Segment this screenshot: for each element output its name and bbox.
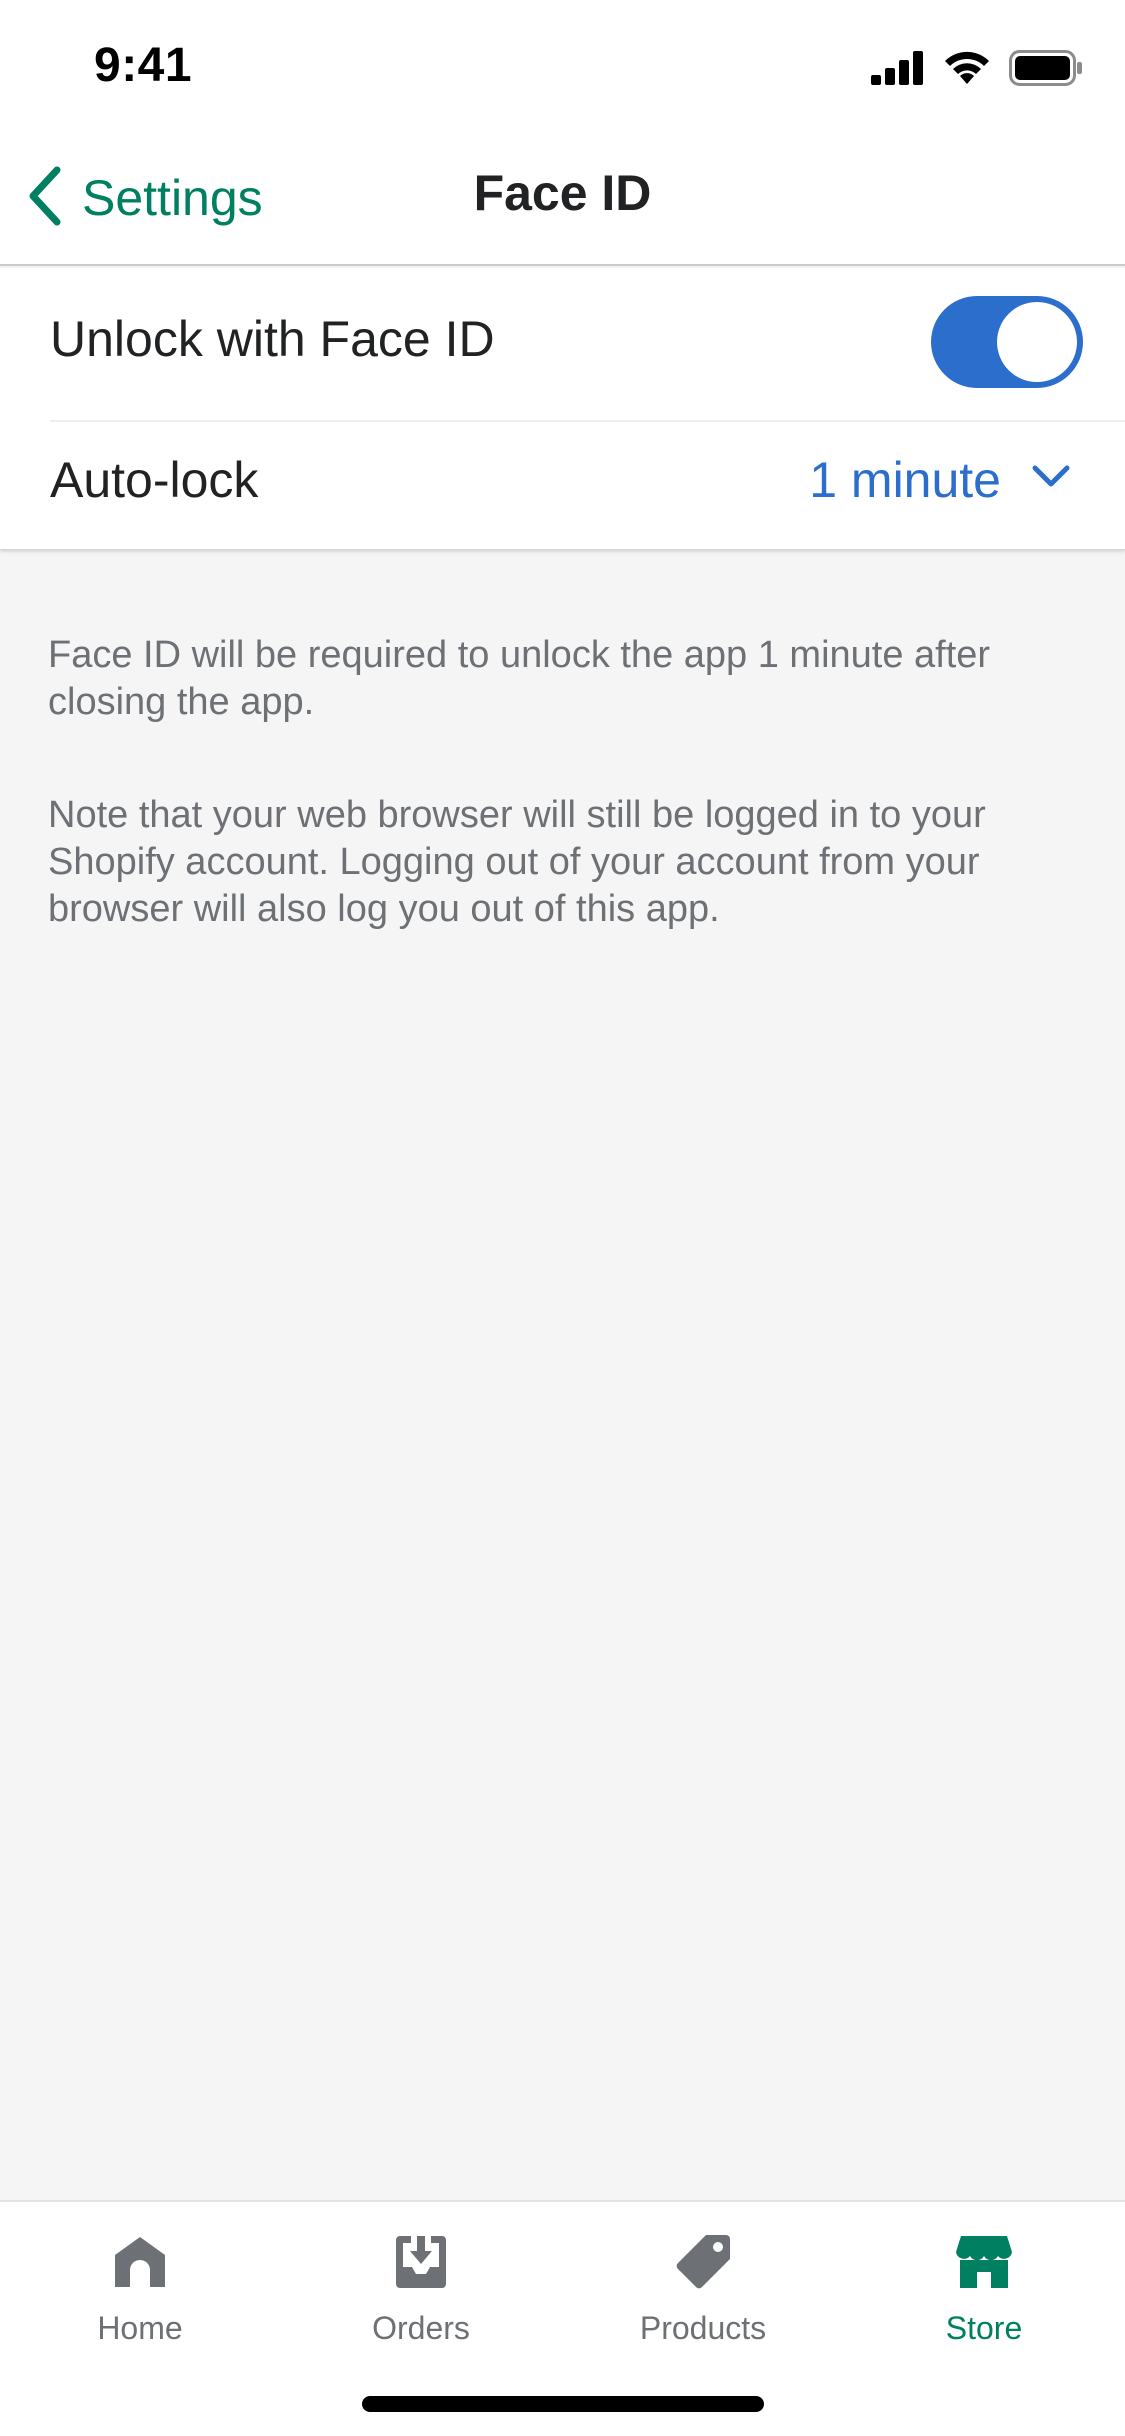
auto-lock-row[interactable]: Auto-lock 1 minute	[0, 409, 1125, 550]
tab-products[interactable]: Products	[603, 2232, 803, 2362]
status-bar: 9:41	[0, 0, 1125, 130]
status-time: 9:41	[94, 39, 193, 92]
status-icons	[871, 48, 1083, 92]
page-title: Face ID	[473, 165, 652, 221]
toggle-knob	[997, 302, 1077, 382]
tab-home-label: Home	[97, 2310, 183, 2346]
auto-lock-label: Auto-lock	[50, 451, 259, 508]
face-id-settings-screen: 9:41 Settings Face ID Unlock with Face I…	[0, 0, 1125, 2436]
tag-icon	[673, 2232, 733, 2292]
cellular-signal-icon	[871, 50, 925, 90]
unlock-with-face-id-label: Unlock with Face ID	[50, 310, 495, 367]
auto-lock-value: 1 minute	[809, 451, 1001, 508]
tab-orders[interactable]: Orders	[321, 2232, 521, 2362]
auto-lock-help-text: Face ID will be required to unlock the a…	[48, 634, 991, 723]
tab-products-label: Products	[639, 2310, 767, 2346]
store-icon	[954, 2232, 1014, 2292]
unlock-with-face-id-row: Unlock with Face ID	[0, 268, 1125, 409]
browser-session-help-text: Note that your web browser will still be…	[48, 794, 986, 930]
home-icon	[110, 2232, 170, 2292]
tab-home[interactable]: Home	[40, 2232, 240, 2362]
tab-store-label: Store	[945, 2310, 1023, 2346]
auto-lock-select[interactable]: 1 minute	[809, 409, 1071, 550]
navigation-bar: Settings Face ID	[0, 130, 1125, 266]
chevron-down-icon	[1031, 464, 1071, 495]
orders-inbox-icon	[391, 2232, 451, 2292]
tab-store[interactable]: Store	[884, 2232, 1084, 2362]
tab-orders-label: Orders	[372, 2310, 470, 2346]
wifi-icon	[943, 50, 991, 91]
unlock-with-face-id-toggle[interactable]	[931, 296, 1083, 388]
face-id-settings-group: Unlock with Face ID Auto-lock 1 minute	[0, 268, 1125, 550]
battery-icon	[1009, 49, 1083, 91]
home-indicator	[362, 2396, 764, 2412]
